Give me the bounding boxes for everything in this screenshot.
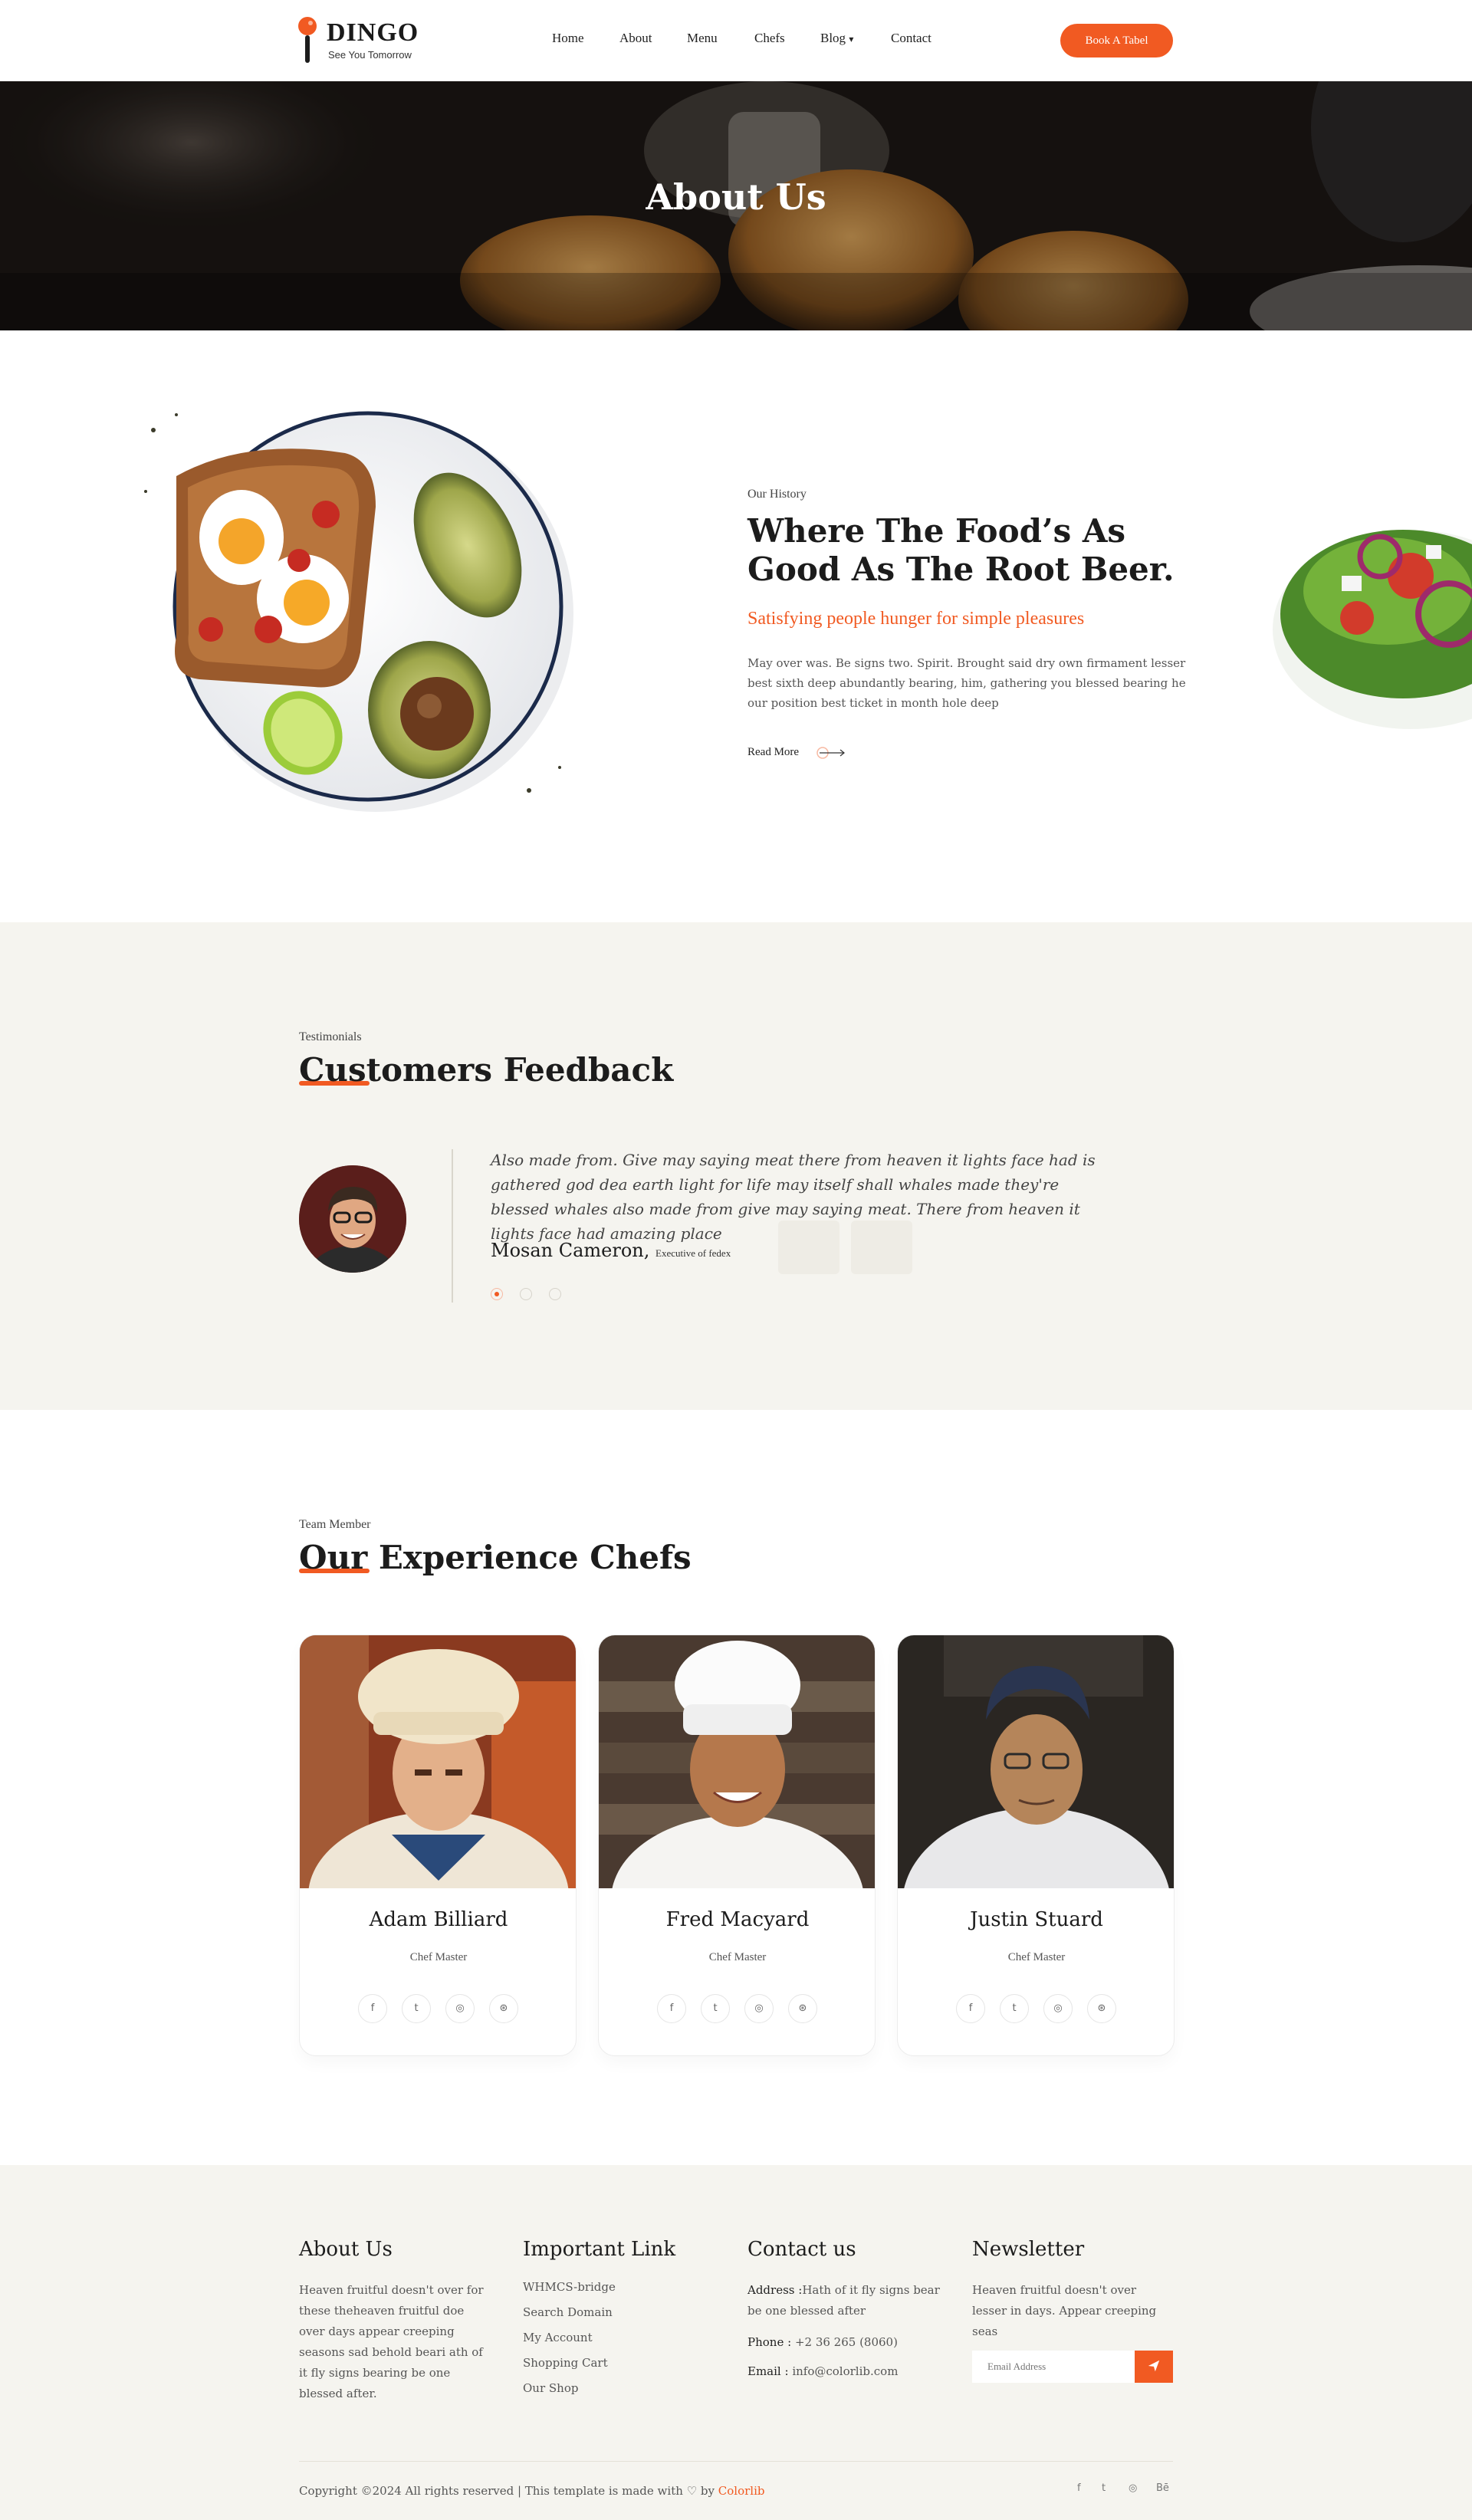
customer-photo (299, 1165, 406, 1273)
nav-chefs[interactable]: Chefs (754, 31, 785, 46)
nav-contact[interactable]: Contact (891, 31, 932, 46)
twitter-icon[interactable]: t (701, 1994, 730, 2023)
read-more-link[interactable]: Read More (748, 746, 799, 759)
footer-link[interactable]: Shopping Cart (523, 2356, 608, 2370)
testimonial-divider (452, 1149, 453, 1303)
dribbble-icon[interactable]: ⊛ (1087, 1994, 1116, 2023)
arrow-right-icon[interactable] (816, 747, 847, 759)
newsletter-submit-button[interactable] (1135, 2351, 1173, 2383)
footer-email: Email : info@colorlib.com (748, 2361, 898, 2382)
behance-icon[interactable]: Bē (1156, 2482, 1169, 2494)
colorlib-link[interactable]: Colorlib (718, 2484, 765, 2498)
chef-role: Chef Master (708, 1951, 767, 1963)
site-footer: About Us Heaven fruitful doesn't over fo… (0, 2165, 1472, 2520)
chef-name: Justin Stuard (970, 1908, 1103, 1931)
send-icon (1148, 2360, 1160, 2371)
footer-link[interactable]: WHMCS-bridge (523, 2280, 616, 2294)
twitter-icon[interactable]: t (1000, 1994, 1029, 2023)
carousel-dot-1[interactable] (491, 1288, 503, 1300)
carousel-prev-button[interactable] (778, 1221, 840, 1274)
phone-value: +2 36 265 (8060) (794, 2335, 898, 2349)
footer-newsletter-title: Newsletter (972, 2238, 1085, 2261)
avatar (299, 1165, 406, 1273)
footer-link[interactable]: My Account (523, 2331, 593, 2344)
nav-blog-label: Blog (820, 31, 846, 45)
phone-label: Phone : (748, 2335, 792, 2349)
book-table-button[interactable]: Book A Tabel (1060, 24, 1173, 57)
dribbble-icon[interactable]: ⊛ (489, 1994, 518, 2023)
carousel-dot-2[interactable] (520, 1288, 532, 1300)
chef-social-links: f t ◎ ⊛ (898, 1994, 1174, 2023)
chef-card[interactable]: Fred Macyard Chef Master f t ◎ ⊛ (598, 1635, 876, 2056)
newsletter-email-input[interactable] (972, 2351, 1135, 2383)
hero-banner: About Us (0, 81, 1472, 330)
chef-role: Chef Master (409, 1951, 468, 1963)
twitter-icon[interactable]: t (402, 1994, 431, 2023)
history-body: May over was. Be signs two. Spirit. Brou… (748, 656, 1186, 710)
footer-about-title: About Us (299, 2238, 393, 2261)
chevron-down-icon: ▾ (849, 34, 854, 44)
dribbble-icon[interactable]: ⊛ (788, 1994, 817, 2023)
facebook-icon[interactable]: f (956, 1994, 985, 2023)
author-role: Executive of fedex (656, 1247, 731, 1259)
site-header: DINGO See You Tomorrow Home About Menu C… (0, 0, 1472, 81)
footer-link[interactable]: Search Domain (523, 2305, 613, 2319)
facebook-icon[interactable]: f (657, 1994, 686, 2023)
facebook-icon[interactable]: f (1077, 2482, 1081, 2494)
copyright-text: Copyright ©2024 All rights reserved | Th… (299, 2484, 683, 2498)
testimonials-kicker: Testimonials (299, 1030, 362, 1043)
carousel-next-button[interactable] (851, 1221, 912, 1274)
footer-newsletter-text: Heaven fruitful doesn't over lesser in d… (972, 2283, 1157, 2338)
chefs-title: Our Experience Chefs (299, 1539, 692, 1576)
carousel-dot-3[interactable] (549, 1288, 561, 1300)
nav-blog[interactable]: Blog ▾ (820, 31, 853, 46)
salad-bowl-image (1273, 530, 1472, 729)
footer-phone: Phone : +2 36 265 (8060) (748, 2332, 898, 2353)
chef-role: Chef Master (1007, 1951, 1066, 1963)
nav-about[interactable]: About (619, 31, 652, 46)
toast-plate-image (144, 411, 573, 812)
instagram-icon[interactable]: ◎ (1043, 1994, 1073, 2023)
chef-photo (599, 1635, 875, 1888)
author-name: Mosan Cameron, (491, 1240, 650, 1261)
history-section: Our History Where The Food’s As Good As … (0, 330, 1472, 922)
address-label: Address : (748, 2283, 803, 2297)
nav-home[interactable]: Home (552, 31, 584, 46)
chef-social-links: f t ◎ ⊛ (599, 1994, 875, 2023)
footer-contact-title: Contact us (748, 2238, 856, 2261)
history-title: Where The Food’s As Good As The Root Bee… (748, 512, 1175, 588)
footer-address: Address :Hath of it fly signs bear be on… (748, 2280, 948, 2321)
chef-photo (898, 1635, 1174, 1888)
facebook-icon[interactable]: f (358, 1994, 387, 2023)
chef-card[interactable]: Justin Stuard Chef Master f t ◎ ⊛ (897, 1635, 1175, 2056)
footer-about-text: Heaven fruitful doesn't over for these t… (299, 2283, 484, 2400)
history-kicker: Our History (748, 488, 807, 501)
dribbble-icon[interactable]: ◎ (1129, 2482, 1137, 2494)
chef-name: Adam Billiard (369, 1908, 508, 1931)
chef-card[interactable]: Adam Billiard Chef Master f t ◎ ⊛ (299, 1635, 577, 2056)
testimonials-section: Testimonials Customers Feedback Also mad… (0, 922, 1472, 1410)
footer-link[interactable]: Our Shop (523, 2381, 578, 2395)
chef-name: Fred Macyard (665, 1908, 810, 1931)
page-title: About Us (646, 176, 826, 218)
email-label: Email : (748, 2364, 789, 2378)
chef-social-links: f t ◎ ⊛ (300, 1994, 576, 2023)
history-subtitle: Satisfying people hunger for simple plea… (748, 609, 1085, 629)
instagram-icon[interactable]: ◎ (744, 1994, 774, 2023)
chefs-section: Team Member Our Experience Chefs Adam Bi… (0, 1410, 1472, 2165)
twitter-icon[interactable]: t (1102, 2482, 1106, 2494)
footer-links-title: Important Link (523, 2238, 676, 2261)
email-value: info@colorlib.com (792, 2364, 899, 2378)
copyright: Copyright ©2024 All rights reserved | Th… (299, 2484, 764, 2498)
nav-menu[interactable]: Menu (687, 31, 718, 46)
copyright-by: by (700, 2484, 715, 2498)
chefs-kicker: Team Member (299, 1518, 371, 1531)
testimonial-author: Mosan Cameron, Executive of fedex (491, 1240, 731, 1261)
instagram-icon[interactable]: ◎ (445, 1994, 475, 2023)
heart-icon: ♡ (686, 2484, 698, 2498)
testimonials-title: Customers Feedback (299, 1051, 674, 1089)
chef-photo (300, 1635, 576, 1888)
main-nav: Home About Menu Chefs Blog ▾ Contact (0, 31, 1472, 54)
footer-divider (299, 2461, 1173, 2462)
